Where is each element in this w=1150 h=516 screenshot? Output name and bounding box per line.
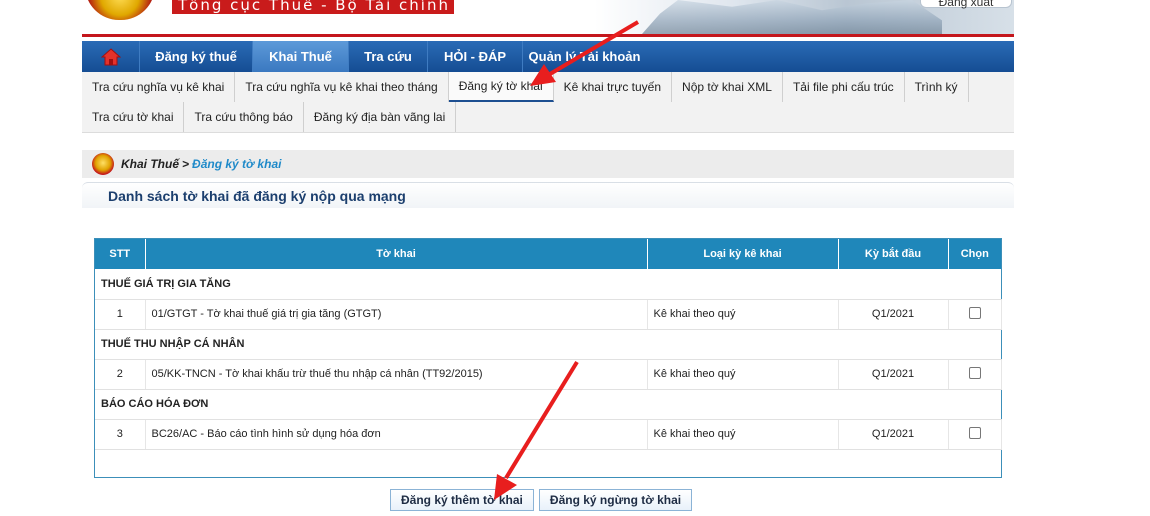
page: Tổng cục Thuế - Bộ Tài chính Đăng xuất Đ… xyxy=(0,0,1150,516)
breadcrumb-separator: > xyxy=(182,157,190,171)
sub-nav-row: Tra cứu tờ khai Tra cứu thông báo Đăng k… xyxy=(82,102,1014,132)
nav-khai-thue[interactable]: Khai Thuế xyxy=(253,41,349,72)
row-stt: 2 xyxy=(95,359,146,390)
column-header-form: Tờ khai xyxy=(145,239,648,269)
sub-nav: Tra cứu nghĩa vụ kê khai Tra cứu nghĩa v… xyxy=(82,72,1014,133)
declarations-table-container: STT Tờ khai Loại kỳ kê khai Kỳ bắt đầu C… xyxy=(94,238,1002,478)
home-icon[interactable] xyxy=(82,41,140,72)
column-header-select: Chọn xyxy=(948,239,1001,269)
nav-tra-cuu[interactable]: Tra cứu xyxy=(349,41,428,72)
tab-tai-file-phi-cau-truc[interactable]: Tải file phi cấu trúc xyxy=(783,72,905,102)
nav-hoi-dap[interactable]: HỎI - ĐÁP xyxy=(428,41,523,72)
row-select-cell xyxy=(948,359,1002,390)
group-row: BÁO CÁO HÓA ĐƠN xyxy=(95,389,1001,420)
banner-city-image xyxy=(642,0,942,34)
group-name: BÁO CÁO HÓA ĐƠN xyxy=(95,389,1001,420)
logout-button[interactable]: Đăng xuất xyxy=(920,0,1012,9)
tab-dang-ky-dia-ban[interactable]: Đăng ký địa bàn vãng lai xyxy=(304,102,457,132)
row-period-type: Kê khai theo quý xyxy=(647,419,839,450)
row-form: BC26/AC - Báo cáo tình hình sử dụng hóa … xyxy=(145,419,648,450)
table-row: 1 01/GTGT - Tờ khai thuế giá trị gia tăn… xyxy=(95,299,1002,330)
row-select-checkbox[interactable] xyxy=(968,366,981,379)
row-start-period: Q1/2021 xyxy=(838,419,949,450)
emblem-icon xyxy=(92,153,114,175)
portal-shell: Tổng cục Thuế - Bộ Tài chính Đăng xuất Đ… xyxy=(82,0,1014,516)
tab-trinh-ky[interactable]: Trình ký xyxy=(905,72,969,102)
nav-dang-ky-thue[interactable]: Đăng ký thuế xyxy=(140,41,253,72)
row-form: 05/KK-TNCN - Tờ khai khấu trừ thuế thu n… xyxy=(145,359,648,390)
section-title: Danh sách tờ khai đã đăng ký nộp qua mạn… xyxy=(82,182,1014,208)
register-more-button[interactable]: Đăng ký thêm tờ khai xyxy=(390,489,534,511)
nav-quan-ly-tai-khoan[interactable]: Quản lý Tài khoản xyxy=(523,41,646,72)
group-name: THUẾ GIÁ TRỊ GIA TĂNG xyxy=(95,269,1001,300)
declarations-table: STT Tờ khai Loại kỳ kê khai Kỳ bắt đầu C… xyxy=(95,239,1002,450)
row-select-checkbox[interactable] xyxy=(968,306,981,319)
group-row: THUẾ THU NHẬP CÁ NHÂN xyxy=(95,329,1001,360)
sub-nav-row: Tra cứu nghĩa vụ kê khai Tra cứu nghĩa v… xyxy=(82,72,1014,102)
header-banner: Tổng cục Thuế - Bộ Tài chính Đăng xuất xyxy=(82,0,1014,36)
tab-tra-cuu-thong-bao[interactable]: Tra cứu thông báo xyxy=(184,102,304,132)
breadcrumb-parent[interactable]: Khai Thuế xyxy=(121,157,179,171)
row-select-cell xyxy=(948,299,1002,330)
row-stt: 1 xyxy=(95,299,146,330)
row-start-period: Q1/2021 xyxy=(838,359,949,390)
action-buttons: Đăng ký thêm tờ khai Đăng ký ngừng tờ kh… xyxy=(390,489,693,511)
tab-tra-cuu-nghia-vu-thang[interactable]: Tra cứu nghĩa vụ kê khai theo tháng xyxy=(235,72,449,102)
row-form: 01/GTGT - Tờ khai thuế giá trị gia tăng … xyxy=(145,299,648,330)
group-name: THUẾ THU NHẬP CÁ NHÂN xyxy=(95,329,1001,360)
table-row: 2 05/KK-TNCN - Tờ khai khấu trừ thuế thu… xyxy=(95,359,1002,390)
row-select-cell xyxy=(948,419,1002,450)
national-emblem xyxy=(85,0,155,20)
tab-tra-cuu-nghia-vu[interactable]: Tra cứu nghĩa vụ kê khai xyxy=(82,72,236,102)
header-divider xyxy=(82,34,1014,37)
row-period-type: Kê khai theo quý xyxy=(647,299,839,330)
table-header-row: STT Tờ khai Loại kỳ kê khai Kỳ bắt đầu C… xyxy=(95,239,1001,269)
table-row: 3 BC26/AC - Báo cáo tình hình sử dụng hó… xyxy=(95,419,1002,450)
main-nav: Đăng ký thuế Khai Thuế Tra cứu HỎI - ĐÁP… xyxy=(82,41,1014,72)
breadcrumb: Khai Thuế > Đăng ký tờ khai xyxy=(82,150,1014,178)
agency-title: Tổng cục Thuế - Bộ Tài chính xyxy=(172,0,454,14)
column-header-stt: STT xyxy=(95,239,146,269)
stop-register-button[interactable]: Đăng ký ngừng tờ khai xyxy=(538,489,693,511)
tab-nop-to-khai-xml[interactable]: Nộp tờ khai XML xyxy=(672,72,783,102)
group-row: THUẾ GIÁ TRỊ GIA TĂNG xyxy=(95,269,1001,300)
breadcrumb-current[interactable]: Đăng ký tờ khai xyxy=(192,157,281,171)
row-start-period: Q1/2021 xyxy=(838,299,949,330)
row-stt: 3 xyxy=(95,419,146,450)
column-header-start: Kỳ bắt đầu xyxy=(838,239,949,269)
tab-dang-ky-to-khai[interactable]: Đăng ký tờ khai xyxy=(448,72,554,102)
row-select-checkbox[interactable] xyxy=(968,426,981,439)
tab-ke-khai-truc-tuyen[interactable]: Kê khai trực tuyến xyxy=(554,72,673,102)
column-header-period-type: Loại kỳ kê khai xyxy=(647,239,839,269)
row-period-type: Kê khai theo quý xyxy=(647,359,839,390)
tab-tra-cuu-to-khai[interactable]: Tra cứu tờ khai xyxy=(82,102,185,132)
